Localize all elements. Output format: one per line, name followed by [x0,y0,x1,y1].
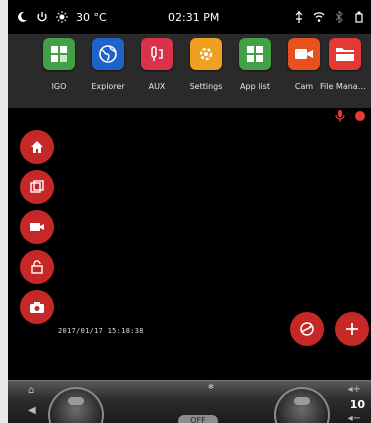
video-button[interactable] [20,210,54,244]
photo-button[interactable] [20,290,54,324]
app-label-igo: IGO [51,82,67,91]
moon-icon [18,11,27,22]
rotate-icon [300,322,314,336]
back-icon[interactable]: ◀ [28,405,36,416]
camera-icon [30,301,44,313]
sun-icon [56,11,68,23]
lock-icon [31,260,43,274]
gear-icon [199,47,213,61]
record-dot-icon[interactable] [355,111,365,121]
status-temperature: 30 °C [76,10,107,24]
globe-icon [99,45,117,63]
recording-indicator [335,110,365,122]
app-label-file-manager: File Manag... [320,82,370,91]
app-label-explorer: Explorer [91,82,125,91]
pages-button[interactable] [20,170,54,204]
grid-icon [51,46,67,62]
usb-drive-icon [355,11,363,23]
power-icon[interactable] [36,11,48,23]
app-launcher: IGO Explorer AUX Settings App list Cam F… [8,34,371,108]
off-button[interactable]: OFF [178,415,218,423]
status-time: 02:31 PM [168,10,220,24]
app-settings[interactable]: Settings [181,38,231,91]
timestamp: 2017/01/17 15:18:38 [58,327,144,335]
home-icon [31,141,43,153]
volume-down-icon[interactable]: ◂− [348,413,361,423]
left-temperature-knob[interactable] [48,387,104,423]
app-tile-igo[interactable] [43,38,75,70]
folder-icon [336,48,354,61]
video-icon [30,223,44,231]
lock-button[interactable] [20,250,54,284]
aux-icon [151,46,163,61]
app-label-settings: Settings [189,82,223,91]
bluetooth-icon [335,11,343,23]
app-explorer[interactable]: Explorer [83,38,133,91]
status-bar: 30 °C 02:31 PM [8,6,371,28]
camera-icon [295,49,313,59]
plus-icon [346,323,358,335]
app-app-list[interactable]: App list [230,38,280,91]
volume-up-icon[interactable]: ◂+ [348,384,361,395]
wifi-icon [313,12,325,22]
rotate-button[interactable] [290,312,324,346]
add-button[interactable] [335,312,369,346]
apps-icon [247,46,263,62]
app-label-aux: AUX [148,82,166,91]
home-button[interactable] [20,130,54,164]
usb-icon [295,11,303,23]
screen: 30 °C 02:31 PM IGO Explorer AUX Settings… [8,0,371,423]
right-temperature-knob[interactable] [274,387,330,423]
temperature-readout: 10 [349,398,365,411]
app-label-app-list: App list [240,82,270,91]
app-aux[interactable]: AUX [132,38,182,91]
app-file-manager[interactable]: File Manag... [320,38,370,91]
microphone-icon[interactable] [335,110,345,122]
home-icon[interactable]: ⌂ [28,385,34,396]
pages-icon [30,180,44,193]
app-igo[interactable]: IGO [34,38,84,91]
fan-speed-icon: ✻ [208,383,214,391]
climate-control-bar: ⌂ ◀ ✻ OFF ◂+ 10 ◂− [8,380,371,423]
